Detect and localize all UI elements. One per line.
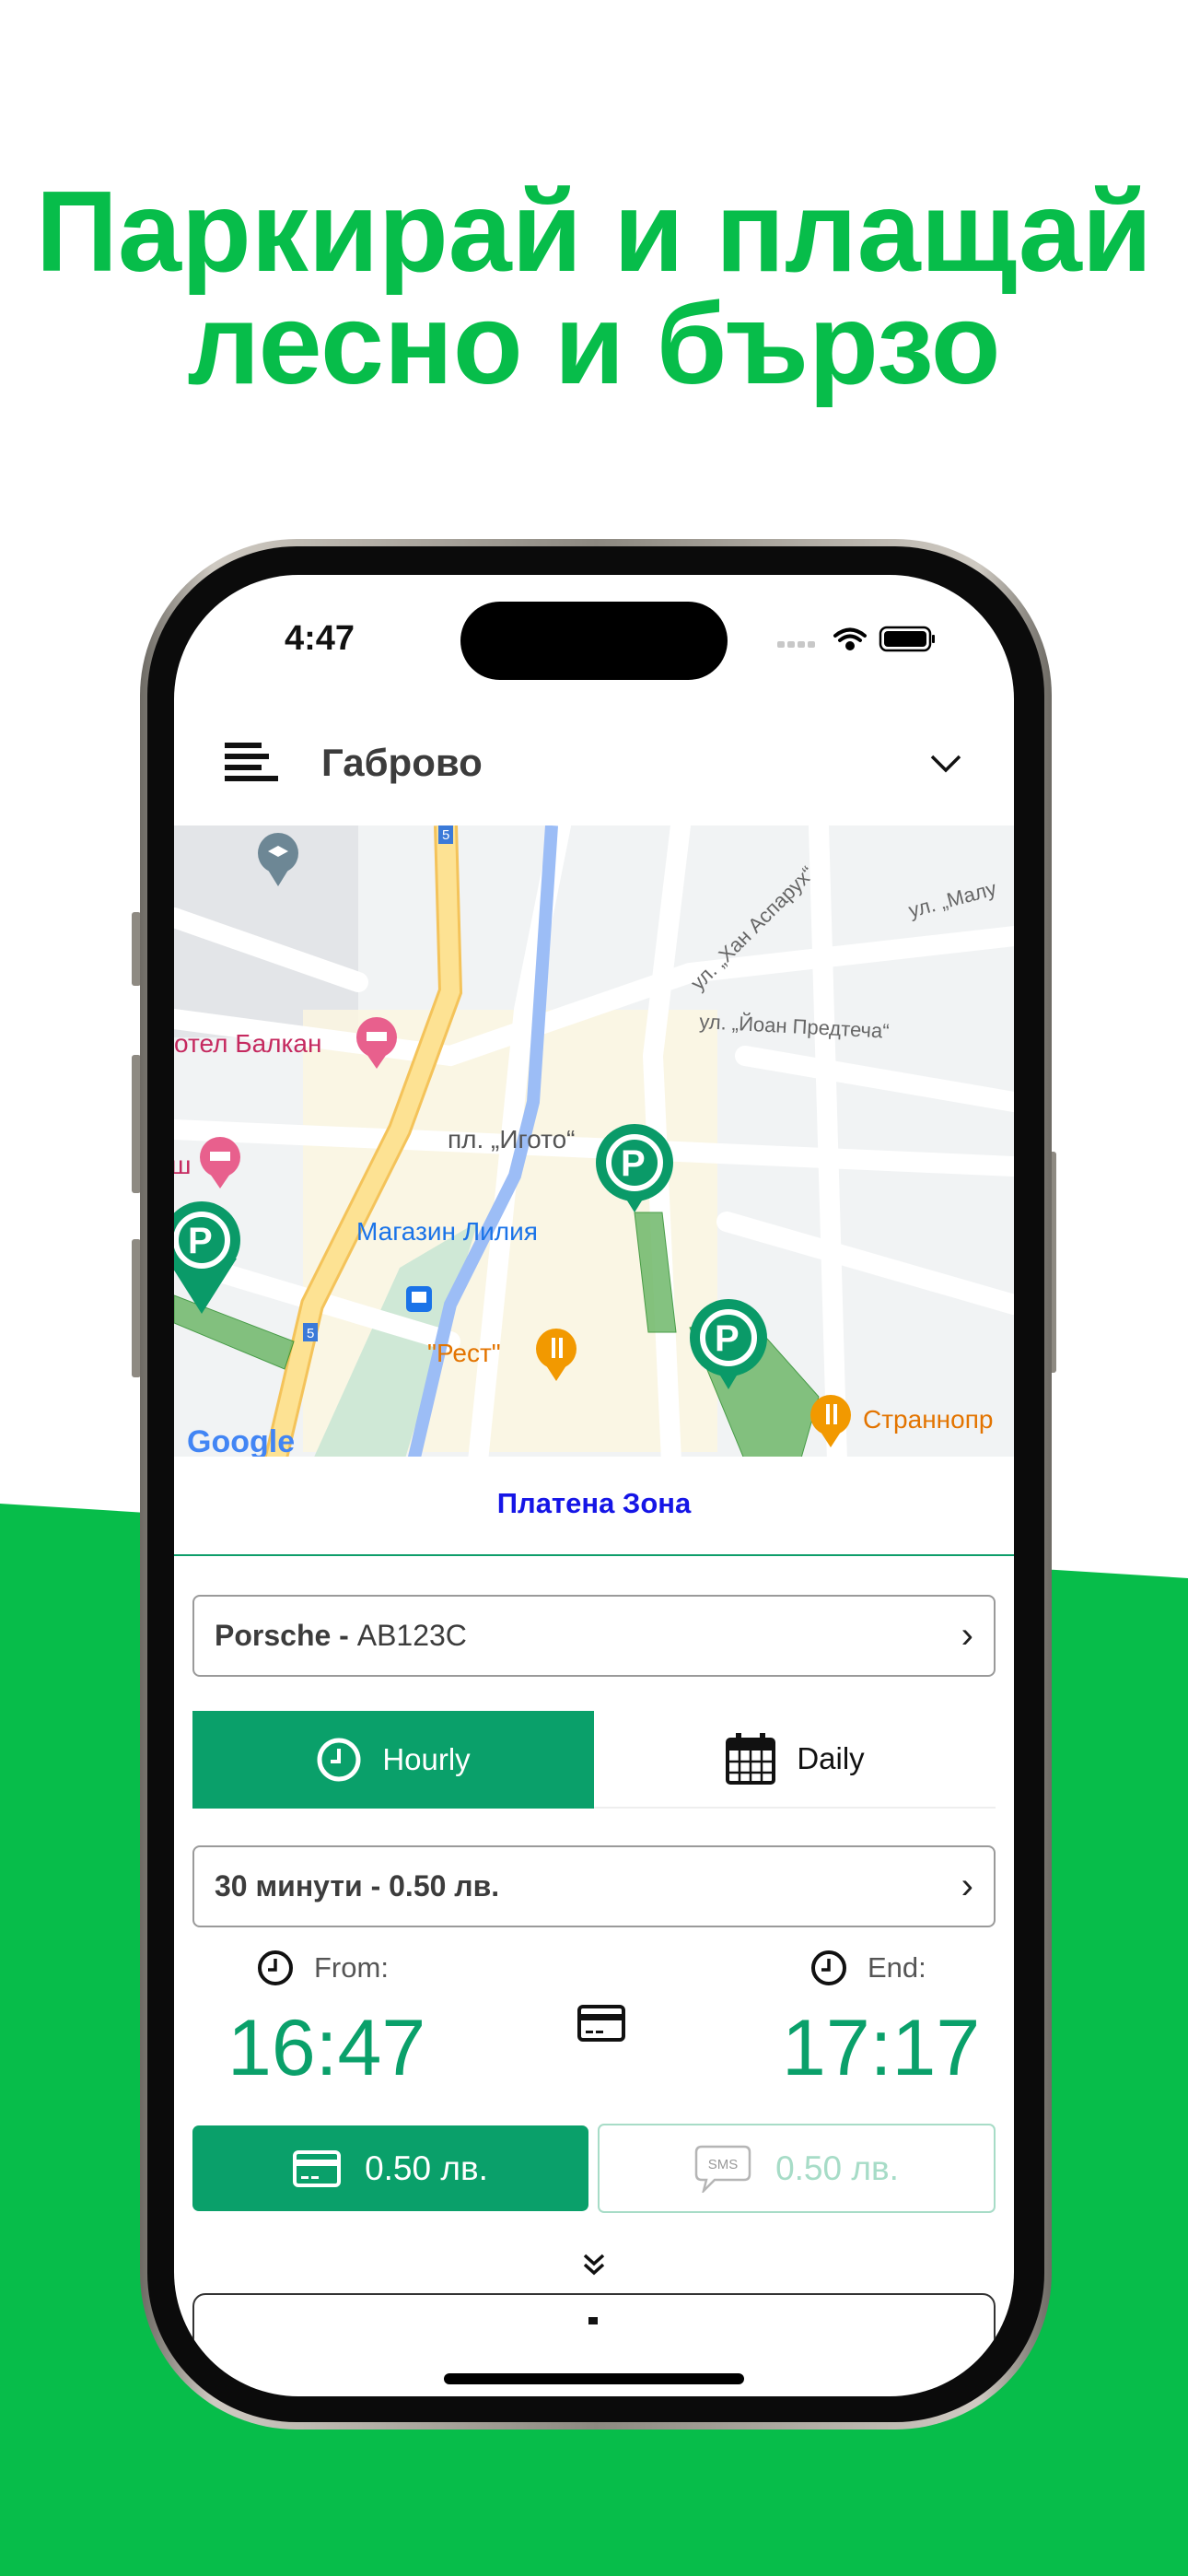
phone-screen: 4:47 Габрово 5 5 отел Балкан ш пл. „Игот… xyxy=(174,575,1014,2396)
battery-icon xyxy=(879,626,935,652)
from-time: 16:47 xyxy=(227,2004,426,2092)
home-indicator xyxy=(444,2373,744,2384)
map-label-square: пл. „Игото“ xyxy=(448,1125,575,1153)
sms-icon: SMS xyxy=(694,2145,751,2193)
clock-icon xyxy=(317,1738,361,1782)
parking-marker-icon[interactable]: P xyxy=(174,1201,240,1314)
signal-icon xyxy=(777,641,815,648)
svg-text:P: P xyxy=(621,1143,646,1184)
panel-handle xyxy=(588,2317,598,2324)
chevron-right-icon: › xyxy=(961,1615,973,1656)
status-time: 4:47 xyxy=(285,619,355,658)
hamburger-icon[interactable] xyxy=(225,741,280,785)
pay-by-sms-button[interactable]: SMS 0.50 лв. xyxy=(598,2124,996,2213)
hotel-pin-icon xyxy=(200,1137,240,1188)
headline-line-2: лесно и бързо xyxy=(187,281,1001,408)
chevron-right-icon: › xyxy=(961,1866,973,1906)
status-icons xyxy=(777,626,935,652)
credit-card-icon xyxy=(293,2149,342,2187)
clock-icon xyxy=(258,1950,293,1985)
vehicle-make: Porsche - xyxy=(215,1619,349,1652)
calendar-icon xyxy=(726,1733,776,1785)
vehicle-selector[interactable]: Porsche - AB123C › xyxy=(192,1595,996,1677)
credit-card-icon xyxy=(577,2005,625,2042)
pay-by-card-button[interactable]: 0.50 лв. xyxy=(192,2125,588,2211)
headline-line-1: Паркирай и плащай xyxy=(35,169,1153,296)
end-label: End: xyxy=(810,1950,926,1986)
city-selector[interactable]: Габрово xyxy=(321,741,483,785)
vehicle-plate: AB123C xyxy=(356,1619,467,1652)
divider xyxy=(174,1554,1014,1556)
map-label-hotel: отел Балкан xyxy=(174,1029,321,1058)
map-label-restaurant: "Рест" xyxy=(427,1339,501,1367)
from-label: From: xyxy=(257,1950,389,1986)
chevron-down-icon[interactable] xyxy=(929,753,962,775)
double-chevron-down-icon[interactable] xyxy=(581,2252,607,2277)
sms-amount: 0.50 лв. xyxy=(775,2149,899,2187)
svg-text:5: 5 xyxy=(307,1326,314,1341)
svg-text:ул. „Малу: ул. „Малу xyxy=(906,876,999,921)
clock-icon xyxy=(811,1950,846,1985)
map-label-shop: Магазин Лилия xyxy=(356,1217,538,1246)
svg-text:SMS: SMS xyxy=(708,2157,739,2172)
map-view[interactable]: 5 5 отел Балкан ш пл. „Игото“ Магазин Ли… xyxy=(174,825,1014,1457)
svg-text:P: P xyxy=(188,1221,213,1261)
wifi-icon xyxy=(833,627,867,650)
svg-text:ш: ш xyxy=(174,1151,191,1179)
duration-selector[interactable]: 30 минути - 0.50 лв. › xyxy=(192,1845,996,1927)
google-logo: Google xyxy=(187,1424,295,1457)
dynamic-island xyxy=(460,602,728,680)
tab-daily-label: Daily xyxy=(797,1741,865,1775)
map-label-street: ул. „Йоан Предтеча“ xyxy=(699,1010,890,1043)
tab-hourly-label: Hourly xyxy=(382,1742,471,1776)
svg-text:5: 5 xyxy=(442,827,449,843)
end-time: 17:17 xyxy=(782,2004,981,2092)
card-amount: 0.50 лв. xyxy=(365,2149,488,2187)
tab-daily[interactable]: Daily xyxy=(594,1711,996,1809)
svg-text:P: P xyxy=(715,1318,740,1359)
bus-stop-icon xyxy=(406,1286,432,1312)
map-label-restaurant-2: Страннопр xyxy=(863,1405,993,1434)
duration-label: 30 минути - 0.50 лв. xyxy=(215,1869,500,1903)
tab-hourly[interactable]: Hourly xyxy=(192,1711,594,1809)
map-canvas[interactable]: 5 5 отел Балкан ш пл. „Игото“ Магазин Ли… xyxy=(174,825,1014,1457)
zone-title: Платена Зона xyxy=(496,1487,692,1519)
